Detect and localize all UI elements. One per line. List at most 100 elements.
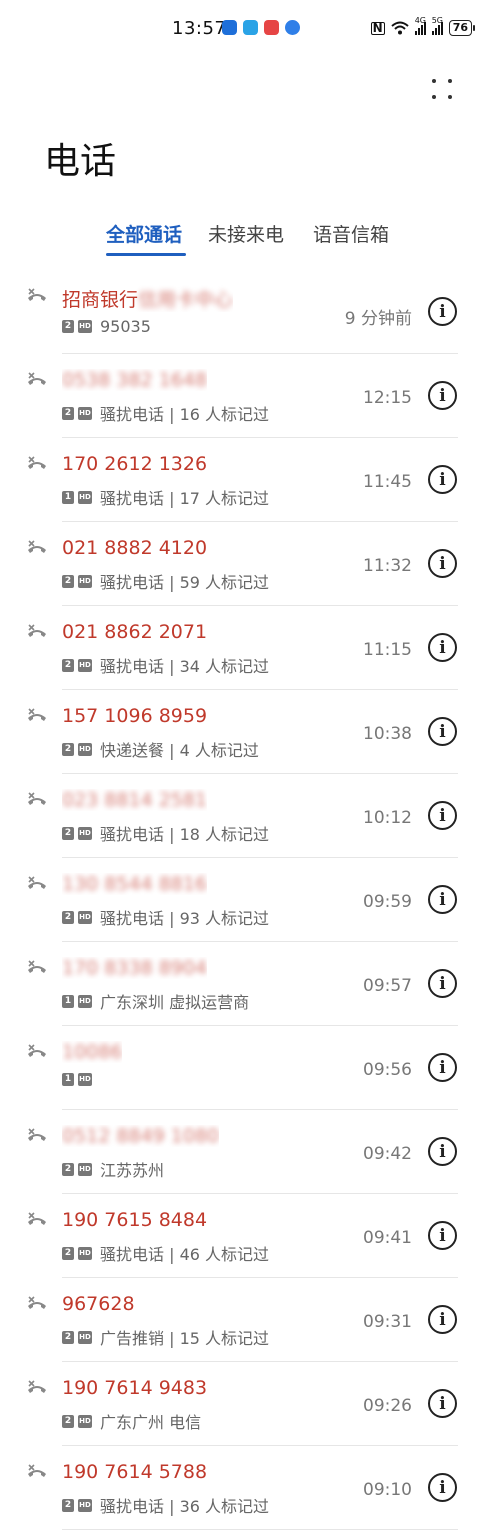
signal-icon-1: 4G [414,16,426,35]
call-time: 09:31 [363,1312,412,1332]
call-log-row[interactable]: 0538 382 1648 2 HD 骚扰电话 | 16 人标记过 12:15 i [0,354,500,438]
call-detail: 2 HD 95035 [62,317,151,336]
call-info-icon[interactable]: i [428,1305,457,1334]
call-time: 09:41 [363,1228,412,1248]
caller-name-text: 招商银行 [62,289,139,311]
hd-voice-icon: HD [78,490,92,504]
hd-voice-icon: HD [78,1246,92,1260]
sim-card-icon: 2 [62,1246,74,1260]
call-detail: 2 HD 骚扰电话 | 36 人标记过 [62,1493,269,1517]
sim-card-icon: 1 [62,490,74,504]
call-time: 9 分钟前 [344,309,412,329]
call-info-icon[interactable]: i [428,885,457,914]
caller-name: 170 2612 1326 [62,453,207,475]
call-log-row[interactable]: 130 8544 8816 2 HD 骚扰电话 | 93 人标记过 09:59 i [0,858,500,942]
caller-name-text: 021 8882 4120 [62,537,208,559]
more-options-button[interactable] [428,75,458,103]
call-detail-text: 江苏苏州 [100,1161,165,1180]
missed-call-icon [26,1294,48,1316]
sim-card-icon: 2 [62,1498,74,1512]
call-log-row[interactable]: 021 8862 2071 2 HD 骚扰电话 | 34 人标记过 11:15 i [0,606,500,690]
call-info-icon[interactable]: i [428,1053,457,1082]
call-list: 招商银行信用卡中心 2 HD 95035 9 分钟前 i 0538 382 1648 2 HD 骚… [0,270,500,1530]
sim-card-icon: 2 [62,1162,74,1176]
call-detail: 2 HD 骚扰电话 | 16 人标记过 [62,401,269,425]
call-info-icon[interactable]: i [428,1221,457,1250]
call-info-icon[interactable]: i [428,633,457,662]
sim-card-icon: 2 [62,320,74,333]
call-info-icon[interactable]: i [428,717,457,746]
call-log-row[interactable]: 023 8814 2581 2 HD 骚扰电话 | 18 人标记过 10:12 i [0,774,500,858]
call-time: 09:57 [363,976,412,996]
caller-name: 0538 382 1648 [62,369,207,391]
call-info-icon[interactable]: i [428,1389,457,1418]
call-log-row[interactable]: 190 7615 8484 2 HD 骚扰电话 | 46 人标记过 09:41 i [0,1194,500,1278]
hd-voice-icon: HD [78,320,92,333]
call-info-icon[interactable]: i [428,969,457,998]
call-detail: 2 HD 骚扰电话 | 46 人标记过 [62,1241,269,1265]
missed-call-icon [26,370,48,392]
hd-voice-icon: HD [78,910,92,924]
call-info-icon[interactable]: i [428,549,457,578]
caller-name-text: 170 2612 1326 [62,453,208,475]
call-info-icon[interactable]: i [428,1137,457,1166]
call-log-row[interactable]: 170 8338 8904 1 HD 广东深圳 虚拟运营商 09:57 i [0,942,500,1026]
call-info-icon[interactable]: i [428,381,457,410]
missed-call-icon [26,1210,48,1232]
call-log-row[interactable]: 021 8882 4120 2 HD 骚扰电话 | 59 人标记过 11:32 i [0,522,500,606]
call-log-row[interactable]: 157 1096 8959 2 HD 快递送餐 | 4 人标记过 10:38 i [0,690,500,774]
call-detail-text: 快递送餐 | 4 人标记过 [100,741,259,760]
missed-call-icon [26,1378,48,1400]
call-detail: 2 HD 骚扰电话 | 59 人标记过 [62,569,269,593]
call-time: 12:15 [363,388,412,408]
missed-call-icon [26,874,48,896]
call-detail: 1 HD [62,1073,100,1086]
call-detail-text: 骚扰电话 | 46 人标记过 [100,1245,270,1264]
caller-name-obscured: 10086 [62,1041,123,1063]
hd-voice-icon: HD [78,1162,92,1176]
call-info-icon[interactable]: i [428,297,457,326]
caller-name: 967628 [62,1293,135,1315]
caller-name-text: 190 7615 8484 [62,1209,208,1231]
call-detail-text: 广东深圳 虚拟运营商 [100,993,250,1012]
hd-voice-icon: HD [78,1414,92,1428]
missed-call-icon [26,538,48,560]
caller-name: 190 7615 8484 [62,1209,207,1231]
hd-voice-icon: HD [78,1498,92,1512]
call-log-row[interactable]: 190 7614 9483 2 HD 广东广州 电信 09:26 i [0,1362,500,1446]
missed-call-icon [26,622,48,644]
app-notification-icon [243,20,258,35]
tab-missed-calls[interactable]: 未接来电 [208,220,284,247]
tab-all-calls[interactable]: 全部通话 [106,220,182,247]
call-log-row[interactable]: 10086 1 HD 09:56 i [0,1026,500,1110]
caller-name-obscured: 0512 8849 1080 [62,1125,220,1147]
call-log-row[interactable]: 170 2612 1326 1 HD 骚扰电话 | 17 人标记过 11:45 i [0,438,500,522]
call-info-icon[interactable]: i [428,465,457,494]
call-info-icon[interactable]: i [428,801,457,830]
active-tab-indicator [106,253,186,256]
tab-voicemail[interactable]: 语音信箱 [313,220,389,247]
sim-card-icon: 2 [62,574,74,588]
nfc-icon: N [370,20,385,35]
call-info-icon[interactable]: i [428,1473,457,1502]
caller-name-obscured: 023 8814 2581 [62,789,208,811]
call-detail-text: 骚扰电话 | 34 人标记过 [100,657,270,676]
caller-name-obscured: 170 8338 8904 [62,957,208,979]
call-log-row[interactable]: 190 7614 5788 2 HD 骚扰电话 | 36 人标记过 09:10 i [0,1446,500,1530]
tab-bar: 全部通话 未接来电 语音信箱 [0,220,500,260]
hd-voice-icon: HD [78,658,92,672]
app-notification-icon [264,20,279,35]
call-log-row[interactable]: 967628 2 HD 广告推销 | 15 人标记过 09:31 i [0,1278,500,1362]
sim-card-icon: 2 [62,826,74,840]
missed-call-icon [26,1462,48,1484]
status-time: 13:57 [172,18,227,39]
status-bar: 13:57 N 4G 5G 76 [0,0,500,58]
caller-name: 10086 [62,1041,122,1063]
caller-name: 0512 8849 1080 [62,1125,219,1147]
call-detail: 2 HD 骚扰电话 | 34 人标记过 [62,653,269,677]
call-log-row[interactable]: 0512 8849 1080 2 HD 江苏苏州 09:42 i [0,1110,500,1194]
caller-name-text: 190 7614 5788 [62,1461,208,1483]
caller-name-text: 967628 [62,1293,135,1315]
call-log-row[interactable]: 招商银行信用卡中心 2 HD 95035 9 分钟前 i [0,270,500,354]
caller-name: 023 8814 2581 [62,789,207,811]
